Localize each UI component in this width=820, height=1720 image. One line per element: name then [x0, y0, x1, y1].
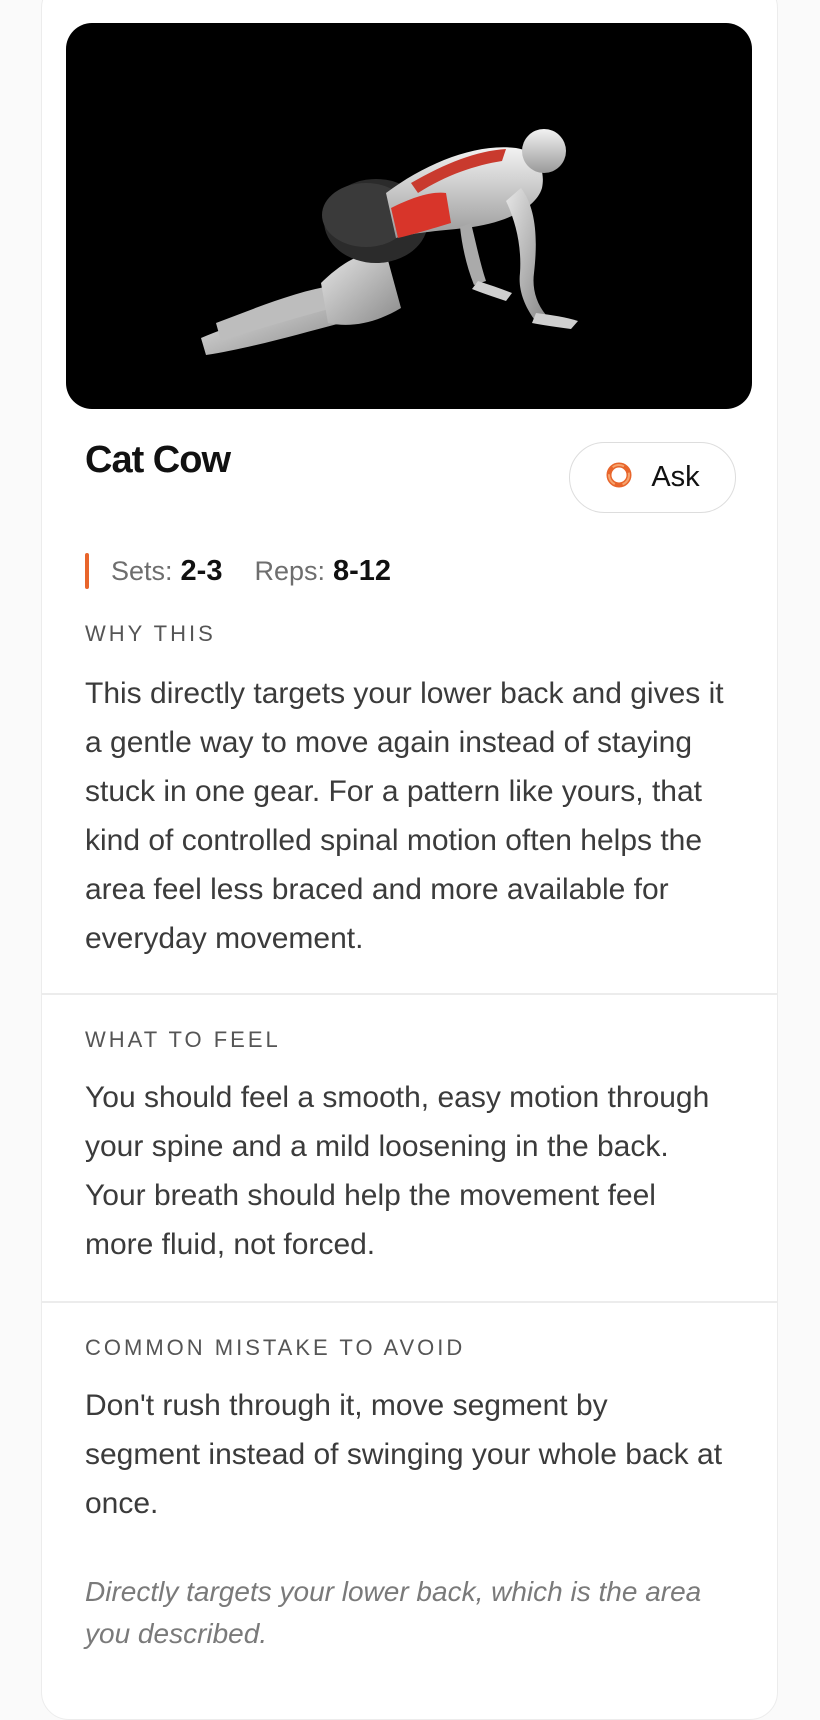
section-divider — [42, 1301, 777, 1303]
section-body-what-to-feel: You should feel a smooth, easy motion th… — [85, 1081, 710, 1261]
section-label-why-this: WHY THIS — [85, 621, 216, 646]
ask-button[interactable]: Ask — [569, 442, 736, 513]
sets-reps-row: Sets: 2-3 Reps: 8-12 — [85, 551, 391, 591]
section-label-what-to-feel: WHAT TO FEEL — [85, 1027, 281, 1052]
section-body-common-mistake: Don't rush through it, move segment by s… — [85, 1389, 723, 1520]
ask-orb-icon — [605, 461, 633, 494]
accent-bar — [85, 553, 89, 589]
cat-cow-figure — [201, 129, 578, 355]
sets-label: Sets: — [111, 555, 173, 586]
footnote: Directly targets your lower back, which … — [85, 1576, 702, 1649]
reps-label: Reps: — [254, 555, 325, 586]
section-body-why-this: This directly targets your lower back an… — [85, 677, 724, 955]
exercise-card: Cat Cow Ask Sets: 2-3 Reps: 8-12 WHY THI… — [41, 0, 778, 1720]
exercise-illustration — [66, 23, 752, 409]
ask-button-label: Ask — [651, 461, 700, 493]
reps-value: 8-12 — [333, 554, 392, 587]
sets-value: 2-3 — [180, 554, 223, 587]
section-divider — [42, 993, 777, 995]
section-label-common-mistake: COMMON MISTAKE TO AVOID — [85, 1335, 466, 1360]
exercise-title: Cat Cow — [85, 439, 231, 481]
